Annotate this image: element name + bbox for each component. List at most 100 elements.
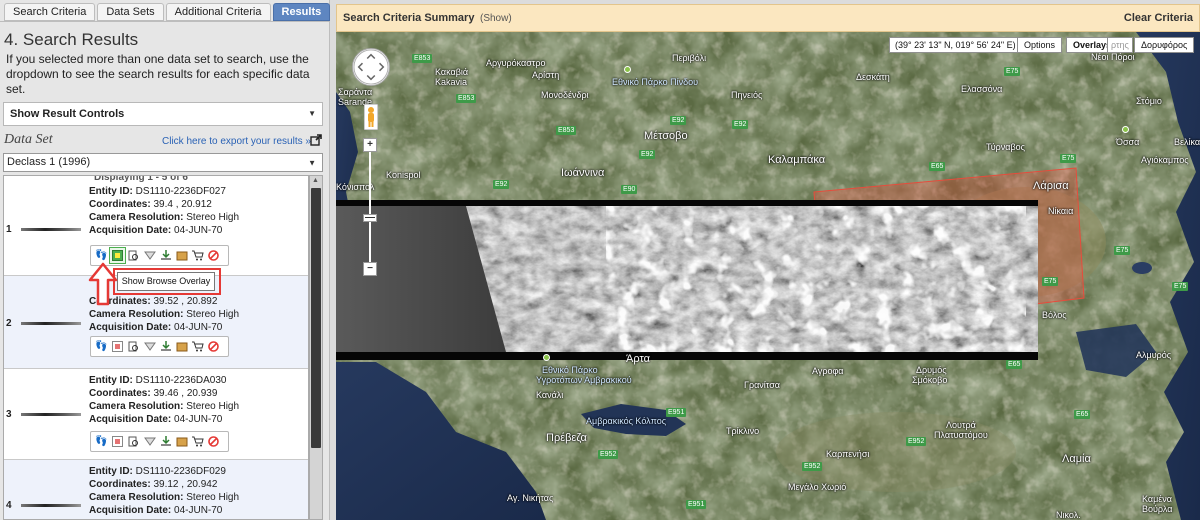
download-icon[interactable] (158, 434, 173, 449)
coordinates: 39.46 , 20.939 (153, 388, 218, 399)
acquisition-date: 04-JUN-70 (174, 322, 223, 333)
result-controls-dropdown[interactable]: Show Result Controls ▼ (3, 102, 323, 126)
bulk-download-icon[interactable] (174, 248, 189, 263)
results-scrollbar[interactable]: ▲ (309, 175, 323, 520)
place-label: Λάρισα (1033, 180, 1069, 192)
metadata-icon[interactable] (142, 434, 157, 449)
browse-overlay-icon[interactable] (110, 339, 125, 354)
place-label: Ιωάννινα (561, 167, 605, 179)
tab-data-sets[interactable]: Data Sets (97, 3, 164, 21)
tab-additional-criteria[interactable]: Additional Criteria (165, 3, 271, 21)
metadata-icon[interactable] (142, 339, 157, 354)
show-browse-icon[interactable] (126, 248, 141, 263)
road-shield: E75 (1042, 277, 1059, 286)
cart-icon[interactable] (190, 434, 205, 449)
show-browse-icon[interactable] (126, 434, 141, 449)
clear-criteria-button[interactable]: Clear Criteria (1124, 12, 1193, 24)
cart-icon[interactable] (190, 339, 205, 354)
export-results-link[interactable]: Click here to export your results » (162, 136, 311, 147)
map-type-map-button[interactable]: ρτης (1107, 37, 1133, 53)
browse-overlay-tooltip: Show Browse Overlay (117, 272, 215, 291)
resolution-label: Camera Resolution: (89, 401, 184, 412)
entity-id-label: Entity ID: (89, 375, 133, 386)
tab-results[interactable]: Results (272, 3, 331, 21)
place-label: Αγιόκαμπος (1141, 155, 1189, 165)
entity-id: DS1110-2236DA030 (135, 375, 227, 386)
entity-id: DS1110-2236DF029 (135, 466, 226, 477)
zoom-in-button[interactable]: + (363, 138, 377, 152)
external-link-icon[interactable] (310, 134, 322, 146)
place-label: Άρτα (626, 353, 650, 365)
tab-bar: Search Criteria Data Sets Additional Cri… (4, 3, 331, 21)
place-label: Βούρλα (1142, 504, 1173, 514)
right-panel: Search Criteria Summary (Show) Clear Cri… (336, 4, 1200, 520)
place-label: Νικολ. (1056, 510, 1081, 520)
metadata-icon[interactable] (142, 248, 157, 263)
place-label: Αρίστη (532, 70, 560, 80)
record-thumbnail[interactable] (21, 504, 81, 507)
summary-show-link[interactable]: (Show) (480, 13, 512, 24)
map-view[interactable]: Κακαβιά Kakavia Σαράντα Sarande Αργυρόκα… (336, 32, 1200, 520)
map-options-button[interactable]: Options (1017, 37, 1063, 53)
place-label: Μέτσοβο (644, 130, 688, 142)
acquisition-date: 04-JUN-70 (174, 225, 223, 236)
dataset-label: Data Set (4, 132, 53, 147)
zoom-out-button[interactable]: − (363, 262, 377, 276)
record-metadata: Entity ID: DS1110-2236DA030 Coordinates:… (89, 374, 239, 426)
zoom-slider-handle[interactable]: — (363, 213, 377, 223)
footprint-icon[interactable]: 👣 (94, 434, 109, 449)
record-thumbnail[interactable] (21, 228, 81, 231)
show-browse-icon[interactable] (126, 339, 141, 354)
summary-title: Search Criteria Summary (343, 12, 475, 24)
resolution: Stereo High (186, 309, 240, 320)
acquisition-date: 04-JUN-70 (174, 505, 223, 516)
footprint-icon[interactable]: 👣 (94, 339, 109, 354)
browse-overlay-icon[interactable] (110, 434, 125, 449)
record-number: 2 (6, 318, 12, 329)
road-shield: E853 (556, 126, 577, 135)
place-label: Τύρναβος (986, 142, 1025, 152)
road-shield: E951 (686, 500, 707, 509)
place-label: Αλμυρός (1136, 350, 1172, 360)
browse-overlay-icon[interactable] (109, 247, 126, 264)
date-label: Acquisition Date: (89, 505, 172, 516)
results-description: If you selected more than one data set t… (6, 52, 310, 96)
map-type-satellite-button[interactable]: Δορυφόρος (1134, 37, 1195, 53)
cart-icon[interactable] (190, 248, 205, 263)
date-label: Acquisition Date: (89, 322, 172, 333)
place-label: Σαράντα (338, 87, 373, 97)
road-shield: E65 (1074, 410, 1091, 419)
footprint-icon[interactable]: 👣 (94, 248, 109, 263)
resolution: Stereo High (186, 401, 240, 412)
coordinate-readout: (39° 23' 13" N, 019° 56' 24" E) (889, 37, 1022, 53)
scroll-thumb[interactable] (311, 188, 321, 448)
pan-control[interactable] (352, 48, 390, 86)
place-label: Πρέβεζα (546, 432, 587, 444)
record-thumbnail[interactable] (21, 413, 81, 416)
bulk-download-icon[interactable] (174, 434, 189, 449)
exclude-icon[interactable] (206, 339, 221, 354)
place-label: Πηνειός (731, 90, 763, 100)
record-thumbnail[interactable] (21, 322, 81, 325)
exclude-icon[interactable] (206, 434, 221, 449)
dataset-select[interactable]: Declass 1 (1996) ▼ (3, 153, 323, 172)
exclude-icon[interactable] (206, 248, 221, 263)
place-label: Υγροτόπων Αμβρακικού (536, 375, 632, 385)
place-label: Δρυμός (916, 365, 947, 375)
results-list: Displaying 1 - 5 of 6 1 Entity ID: DS111… (3, 175, 309, 520)
bulk-download-icon[interactable] (174, 339, 189, 354)
tab-search-criteria[interactable]: Search Criteria (4, 3, 96, 21)
download-icon[interactable] (158, 248, 173, 263)
place-label: Περιβόλι (672, 53, 707, 63)
scroll-up-icon[interactable]: ▲ (312, 177, 319, 184)
street-view-pegman-icon[interactable] (364, 104, 378, 130)
place-label: Γρανίτσα (744, 380, 780, 390)
coordinates: 39.4 , 20.912 (153, 199, 212, 210)
road-shield: E92 (493, 180, 510, 189)
resolution: Stereo High (186, 212, 240, 223)
place-label: Μεγάλο Χωριό (788, 482, 847, 492)
zoom-slider-track[interactable] (369, 140, 371, 266)
download-icon[interactable] (158, 339, 173, 354)
place-label: Νέοι Πόροι (1091, 52, 1135, 62)
place-label: Αργυρόκαστρο (486, 58, 546, 68)
